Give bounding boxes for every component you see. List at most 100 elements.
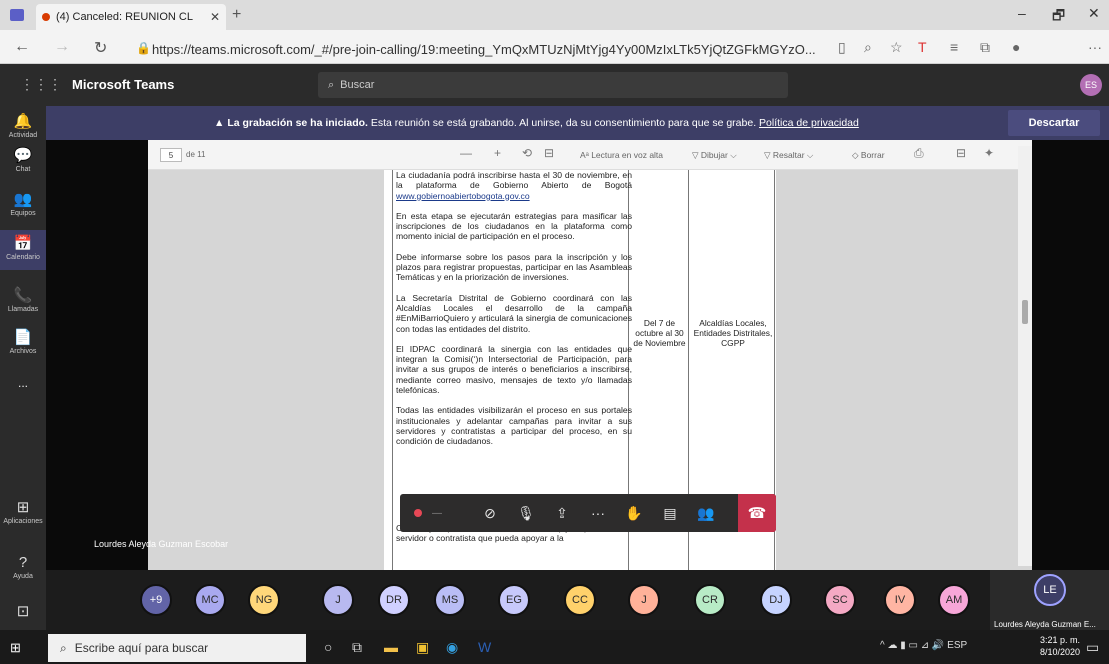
- file-icon: 📄: [13, 329, 33, 346]
- participant-avatar[interactable]: NG: [248, 584, 280, 616]
- favorites-bar-icon[interactable]: ≡: [950, 39, 958, 55]
- print-icon[interactable]: ⎙: [914, 146, 924, 161]
- minimize-button[interactable]: –: [1018, 5, 1026, 21]
- permission-icon[interactable]: ▯: [838, 39, 846, 56]
- scrollbar-thumb[interactable]: [1022, 300, 1028, 324]
- participant-avatar[interactable]: MS: [434, 584, 466, 616]
- self-avatar[interactable]: LE: [1034, 574, 1066, 606]
- pin-icon[interactable]: ✦: [984, 146, 994, 160]
- new-tab-button[interactable]: +: [232, 6, 241, 24]
- maximize-button[interactable]: 🗗: [1052, 5, 1065, 29]
- participant-avatar[interactable]: EG: [498, 584, 530, 616]
- app-launcher-icon[interactable]: ⋮⋮⋮: [20, 76, 62, 93]
- chat-icon: 💬: [13, 147, 33, 164]
- windows-start-icon[interactable]: ⊞: [10, 640, 21, 656]
- banner-text: Esta reunión se está grabando. Al unirse…: [370, 117, 757, 129]
- read-aloud-button[interactable]: Aᵃ Lectura en voz alta: [580, 150, 663, 160]
- help-icon: ?: [18, 554, 28, 571]
- settings-more-icon[interactable]: ···: [1088, 39, 1102, 55]
- participant-avatar[interactable]: SC: [824, 584, 856, 616]
- dismiss-button[interactable]: Descartar: [1008, 110, 1100, 136]
- highlight-button[interactable]: ▽ Resaltar ⌵: [764, 150, 813, 161]
- participant-avatar[interactable]: J: [628, 584, 660, 616]
- recording-indicator-icon: [42, 13, 50, 21]
- close-window-button[interactable]: ✕: [1088, 5, 1100, 22]
- mic-off-button[interactable]: 🎙: [508, 494, 544, 532]
- rail-item-download[interactable]: ⊡: [0, 602, 46, 622]
- close-tab-icon[interactable]: ✕: [210, 10, 220, 24]
- favorite-star-icon[interactable]: ☆: [890, 39, 903, 56]
- people-icon: 👥: [697, 504, 715, 521]
- participant-avatar[interactable]: CR: [694, 584, 726, 616]
- clock-time: 3:21 p. m.: [1040, 635, 1081, 645]
- doc-paragraph: En esta etapa se ejecutarán estrategias …: [396, 210, 632, 242]
- rail-item-calls[interactable]: 📞 Llamadas: [0, 286, 46, 313]
- zoom-in-icon[interactable]: +: [494, 146, 501, 160]
- forward-arrow-icon[interactable]: →: [54, 38, 70, 56]
- hang-up-button[interactable]: ☎: [738, 494, 776, 532]
- rail-item-chat[interactable]: 💬 Chat: [0, 146, 46, 173]
- notifications-icon[interactable]: ▭: [1086, 639, 1099, 656]
- privacy-policy-link[interactable]: Política de privacidad: [759, 117, 859, 129]
- extension-icon[interactable]: T: [918, 39, 927, 55]
- rail-item-apps[interactable]: ⊞ Aplicaciones: [0, 498, 46, 525]
- chat-button[interactable]: ▤: [652, 494, 688, 532]
- highlight-icon: ▽: [764, 150, 773, 160]
- zoom-out-icon[interactable]: —: [460, 146, 472, 160]
- rail-item-more[interactable]: ...: [0, 376, 46, 390]
- rail-item-calendar[interactable]: 📅 Calendario: [0, 230, 46, 270]
- camera-off-button[interactable]: ⊘: [472, 494, 508, 532]
- participant-avatar[interactable]: DR: [378, 584, 410, 616]
- refresh-icon[interactable]: ↻: [94, 38, 107, 58]
- pdf-scrollbar[interactable]: [1018, 146, 1032, 566]
- participant-avatar[interactable]: MC: [194, 584, 226, 616]
- tray-icons[interactable]: ^ ☁ ▮ ▭ ⊿ 🔊: [880, 640, 947, 651]
- tab-title: (4) Canceled: REUNION CL: [56, 11, 193, 23]
- profile-icon[interactable]: ●: [1012, 39, 1020, 55]
- erase-button[interactable]: ◇ Borrar: [852, 150, 885, 161]
- participants-button[interactable]: 👥: [688, 494, 724, 532]
- draw-button[interactable]: ▽ Dibujar ⌵: [692, 150, 737, 161]
- rail-item-activity[interactable]: 🔔 Actividad: [0, 112, 46, 139]
- share-button[interactable]: ⇪: [544, 494, 580, 532]
- back-arrow-icon[interactable]: ←: [14, 38, 30, 56]
- task-view-icon[interactable]: ⧉: [352, 639, 362, 656]
- search-input[interactable]: ⌕ Buscar: [318, 72, 788, 98]
- doc-paragraph: El IDPAC coordinará la sinergia con las …: [396, 343, 632, 396]
- participant-avatar[interactable]: IV: [884, 584, 916, 616]
- fit-page-icon[interactable]: ⊟: [544, 146, 554, 160]
- save-icon[interactable]: ⊟: [956, 146, 966, 160]
- language-indicator[interactable]: ESP: [947, 640, 967, 651]
- page-number-input[interactable]: 5: [160, 148, 182, 162]
- cortana-icon[interactable]: ○: [324, 639, 332, 655]
- store-icon[interactable]: ▣: [416, 639, 429, 656]
- doc-paragraph: La Secretaría Distrital de Gobierno coor…: [396, 292, 632, 334]
- doc-paragraph: Todas las entidades visibilizarán el pro…: [396, 405, 632, 447]
- participant-avatar[interactable]: +9: [140, 584, 172, 616]
- edge-browser-icon[interactable]: ◉: [446, 639, 458, 656]
- rotate-icon[interactable]: ⟲: [522, 146, 532, 160]
- windows-search-input[interactable]: ⌕ Escribe aquí para buscar: [48, 634, 306, 662]
- read-aloud-icon: Aᵃ: [580, 150, 592, 160]
- table-border: [392, 170, 393, 570]
- url-field[interactable]: https://teams.microsoft.com/_#/pre-join-…: [152, 42, 832, 57]
- search-icon: ⌕: [60, 640, 67, 655]
- browser-tab[interactable]: (4) Canceled: REUNION CL ✕: [36, 4, 226, 30]
- more-actions-button[interactable]: ···: [580, 494, 616, 532]
- rail-item-teams[interactable]: 👥 Equipos: [0, 190, 46, 217]
- user-avatar[interactable]: ES: [1080, 74, 1102, 96]
- participant-avatar[interactable]: AM: [938, 584, 970, 616]
- participant-avatar[interactable]: J: [322, 584, 354, 616]
- word-icon[interactable]: W: [478, 639, 491, 655]
- doc-link[interactable]: www.gobiernoabiertobogota.gov.co: [396, 191, 530, 201]
- zoom-icon[interactable]: ⌕: [864, 39, 872, 56]
- participant-avatar[interactable]: CC: [564, 584, 596, 616]
- rail-item-files[interactable]: 📄 Archivos: [0, 328, 46, 355]
- clock[interactable]: 3:21 p. m. 8/10/2020: [1040, 634, 1080, 658]
- file-explorer-icon[interactable]: ▬: [384, 639, 398, 655]
- participant-avatar[interactable]: DJ: [760, 584, 792, 616]
- recording-banner: ▲ La grabación se ha iniciado. Esta reun…: [46, 106, 1109, 140]
- rail-item-help[interactable]: ? Ayuda: [0, 554, 46, 580]
- collections-icon[interactable]: ⧉: [980, 39, 990, 56]
- raise-hand-button[interactable]: ✋: [616, 494, 652, 532]
